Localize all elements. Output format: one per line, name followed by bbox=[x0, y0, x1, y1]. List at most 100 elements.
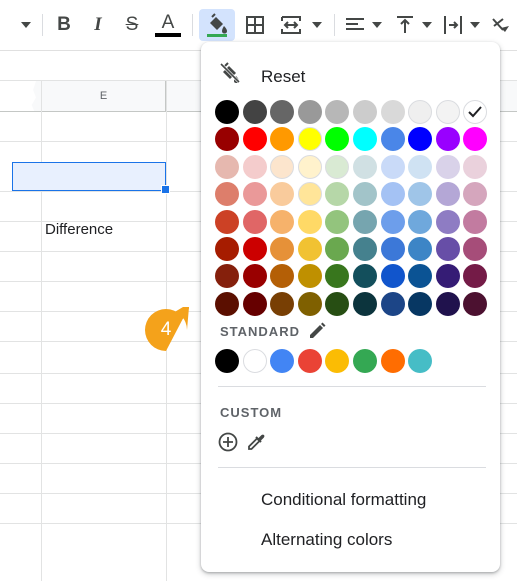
color-swatch[interactable] bbox=[270, 100, 295, 124]
color-swatch[interactable] bbox=[242, 127, 267, 152]
color-swatch[interactable] bbox=[297, 182, 322, 207]
color-swatch[interactable] bbox=[463, 182, 488, 207]
fill-color-button[interactable] bbox=[199, 9, 235, 41]
color-swatch[interactable] bbox=[408, 291, 433, 316]
vertical-align-button[interactable] bbox=[394, 12, 416, 38]
color-swatch[interactable] bbox=[242, 182, 267, 207]
color-swatch[interactable] bbox=[325, 264, 350, 289]
color-swatch[interactable] bbox=[463, 209, 488, 234]
text-wrapping-button[interactable] bbox=[442, 12, 464, 38]
color-swatch[interactable] bbox=[215, 264, 239, 289]
color-swatch[interactable] bbox=[353, 154, 377, 179]
eyedropper-icon[interactable] bbox=[246, 432, 266, 452]
standard-color-swatch[interactable] bbox=[380, 349, 405, 373]
color-swatch[interactable] bbox=[408, 100, 433, 124]
color-swatch[interactable] bbox=[435, 127, 460, 152]
color-swatch[interactable] bbox=[242, 291, 267, 316]
color-swatch[interactable] bbox=[297, 154, 322, 179]
color-swatch[interactable] bbox=[325, 154, 350, 179]
reset-option[interactable]: Reset bbox=[201, 42, 500, 97]
alternating-colors-item[interactable]: Alternating colors bbox=[261, 530, 392, 550]
add-custom-color-icon[interactable] bbox=[218, 432, 238, 452]
color-swatch[interactable] bbox=[353, 127, 377, 152]
color-swatch[interactable] bbox=[215, 127, 239, 152]
color-swatch[interactable] bbox=[408, 264, 433, 289]
text-rotation-button[interactable] bbox=[490, 12, 512, 38]
standard-color-swatch[interactable] bbox=[270, 349, 295, 373]
color-swatch[interactable] bbox=[408, 182, 433, 207]
color-swatch[interactable] bbox=[325, 291, 350, 316]
color-swatch[interactable] bbox=[215, 291, 239, 316]
bold-button[interactable]: B bbox=[52, 12, 76, 38]
color-swatch[interactable] bbox=[325, 209, 350, 234]
text-color-button[interactable]: A bbox=[154, 12, 182, 38]
selected-cell[interactable] bbox=[12, 162, 166, 191]
color-swatch[interactable] bbox=[270, 154, 295, 179]
color-swatch[interactable] bbox=[215, 237, 239, 261]
cell-difference[interactable]: Difference bbox=[45, 221, 113, 238]
color-swatch[interactable] bbox=[435, 237, 460, 261]
color-swatch[interactable] bbox=[380, 209, 405, 234]
standard-color-swatch[interactable] bbox=[325, 349, 350, 373]
column-header-e[interactable]: E bbox=[41, 81, 166, 111]
color-swatch[interactable] bbox=[297, 264, 322, 289]
color-swatch[interactable] bbox=[353, 264, 377, 289]
color-swatch[interactable] bbox=[435, 209, 460, 234]
color-swatch[interactable] bbox=[242, 264, 267, 289]
color-swatch[interactable] bbox=[215, 100, 239, 124]
pencil-icon[interactable] bbox=[307, 321, 327, 341]
more-formats-dropdown[interactable] bbox=[16, 12, 36, 38]
color-swatch[interactable] bbox=[215, 209, 239, 234]
merge-dropdown[interactable] bbox=[310, 12, 324, 38]
color-swatch[interactable] bbox=[380, 182, 405, 207]
color-swatch[interactable] bbox=[270, 127, 295, 152]
standard-color-swatch[interactable] bbox=[215, 349, 239, 373]
color-swatch[interactable] bbox=[242, 237, 267, 261]
color-swatch[interactable] bbox=[435, 291, 460, 316]
color-swatch[interactable] bbox=[408, 154, 433, 179]
color-swatch[interactable] bbox=[463, 237, 488, 261]
vertical-align-dropdown[interactable] bbox=[420, 12, 434, 38]
color-swatch[interactable] bbox=[408, 209, 433, 234]
fill-handle[interactable] bbox=[161, 185, 170, 194]
color-swatch[interactable] bbox=[297, 237, 322, 261]
strikethrough-button[interactable]: S bbox=[120, 12, 144, 38]
color-swatch[interactable] bbox=[297, 209, 322, 234]
color-swatch[interactable] bbox=[242, 100, 267, 124]
color-swatch[interactable] bbox=[380, 100, 405, 124]
color-swatch[interactable] bbox=[380, 127, 405, 152]
color-swatch[interactable] bbox=[297, 291, 322, 316]
color-swatch[interactable] bbox=[270, 182, 295, 207]
color-swatch[interactable] bbox=[325, 237, 350, 261]
color-swatch[interactable] bbox=[242, 209, 267, 234]
color-swatch[interactable] bbox=[325, 127, 350, 152]
color-swatch[interactable] bbox=[242, 154, 267, 179]
color-swatch[interactable] bbox=[380, 154, 405, 179]
color-swatch[interactable] bbox=[297, 100, 322, 124]
color-swatch[interactable] bbox=[353, 209, 377, 234]
color-swatch[interactable] bbox=[435, 264, 460, 289]
color-swatch[interactable] bbox=[380, 291, 405, 316]
italic-button[interactable]: I bbox=[86, 12, 110, 38]
color-swatch[interactable] bbox=[353, 182, 377, 207]
color-swatch[interactable] bbox=[270, 209, 295, 234]
color-swatch[interactable] bbox=[353, 291, 377, 316]
color-swatch[interactable] bbox=[325, 100, 350, 124]
merge-cells-button[interactable] bbox=[280, 12, 302, 38]
horizontal-align-button[interactable] bbox=[344, 12, 366, 38]
color-swatch[interactable] bbox=[463, 291, 488, 316]
borders-button[interactable] bbox=[244, 12, 266, 38]
color-swatch[interactable] bbox=[380, 237, 405, 261]
color-swatch[interactable] bbox=[325, 182, 350, 207]
color-swatch[interactable] bbox=[297, 127, 322, 152]
standard-color-swatch[interactable] bbox=[297, 349, 322, 373]
wrap-dropdown[interactable] bbox=[468, 12, 482, 38]
color-swatch[interactable] bbox=[435, 182, 460, 207]
color-swatch[interactable] bbox=[270, 264, 295, 289]
standard-color-swatch[interactable] bbox=[353, 349, 377, 373]
color-swatch[interactable] bbox=[353, 237, 377, 261]
color-swatch[interactable] bbox=[463, 127, 488, 152]
conditional-formatting-item[interactable]: Conditional formatting bbox=[261, 490, 426, 510]
color-swatch[interactable] bbox=[435, 100, 460, 124]
color-swatch[interactable] bbox=[380, 264, 405, 289]
